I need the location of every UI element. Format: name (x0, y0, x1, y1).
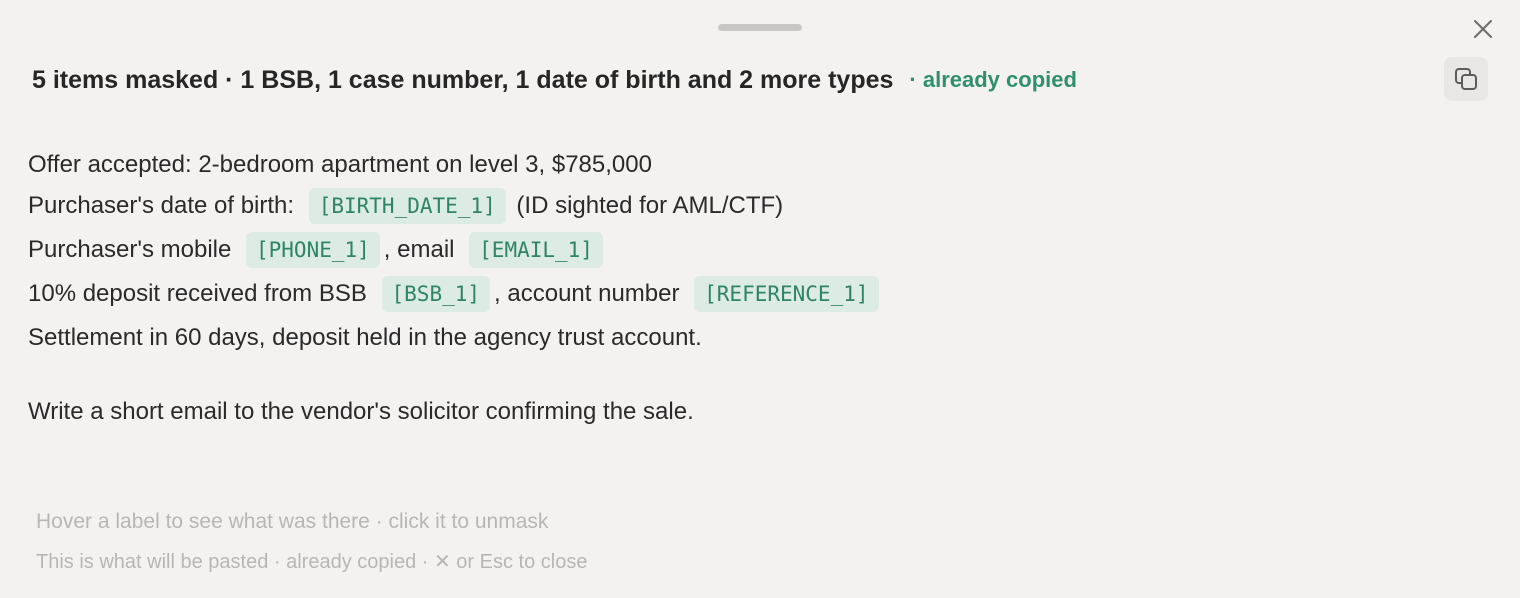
text-line: Purchaser's date of birth: [BIRTH_DATE_1… (28, 184, 1468, 228)
line-text: , email (383, 236, 462, 263)
mask-tag-phone[interactable]: [PHONE_1] (246, 232, 380, 268)
masked-preview-panel: 5 items masked · 1 BSB, 1 case number, 1… (0, 0, 1520, 598)
text-line: 10% deposit received from BSB [BSB_1], a… (28, 272, 1468, 316)
close-icon (1474, 20, 1492, 38)
masked-text-body: Offer accepted: 2-bedroom apartment on l… (28, 146, 1468, 434)
mask-tag-email[interactable]: [EMAIL_1] (469, 232, 603, 268)
text-line: Purchaser's mobile [PHONE_1], email [EMA… (28, 228, 1468, 272)
line-text: Offer accepted: 2-bedroom apartment on l… (28, 151, 652, 178)
footer-hints: Hover a label to see what was there · cl… (36, 506, 587, 578)
mask-tag-reference[interactable]: [REFERENCE_1] (694, 276, 879, 312)
line-text: , account number (494, 280, 687, 307)
close-button[interactable] (1468, 14, 1498, 44)
masking-summary-header: 5 items masked · 1 BSB, 1 case number, 1… (32, 60, 1077, 100)
copied-status: · already copied (909, 67, 1077, 92)
masking-summary-title: 5 items masked · 1 BSB, 1 case number, 1… (32, 65, 894, 94)
unmask-hint: Hover a label to see what was there · cl… (36, 510, 549, 533)
paste-info: This is what will be pasted · already co… (36, 551, 588, 573)
line-text: Purchaser's date of birth: (28, 192, 301, 219)
copy-icon (1455, 68, 1477, 90)
mask-tag-bsb[interactable]: [BSB_1] (381, 276, 491, 312)
copy-button[interactable] (1444, 57, 1488, 101)
text-line: Write a short email to the vendor's soli… (28, 390, 1468, 434)
line-text: Purchaser's mobile (28, 236, 238, 263)
drag-handle[interactable] (718, 24, 802, 31)
text-line: Settlement in 60 days, deposit held in t… (28, 316, 1468, 360)
line-text: Write a short email to the vendor's soli… (28, 398, 694, 425)
line-text: Settlement in 60 days, deposit held in t… (28, 324, 702, 351)
line-text: 10% deposit received from BSB (28, 280, 374, 307)
mask-tag-birth-date[interactable]: [BIRTH_DATE_1] (308, 188, 506, 224)
line-text: (ID sighted for AML/CTF) (509, 192, 784, 219)
text-line: Offer accepted: 2-bedroom apartment on l… (28, 146, 1468, 184)
